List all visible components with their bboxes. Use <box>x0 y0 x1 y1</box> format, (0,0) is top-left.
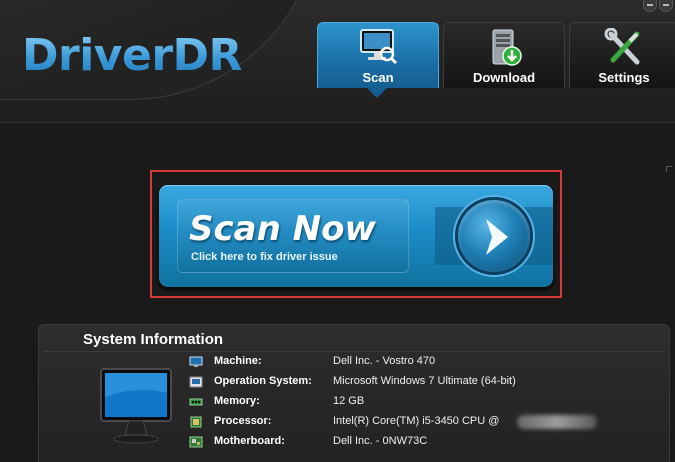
minimize-icon <box>647 4 653 6</box>
info-row-memory: Memory: 12 GB <box>189 393 669 413</box>
scan-arrow-button[interactable] <box>455 197 533 275</box>
system-information-divider <box>43 351 665 352</box>
tab-download-label: Download <box>472 70 536 85</box>
info-value: 12 GB <box>333 395 365 407</box>
machine-icon <box>189 356 203 367</box>
info-value: Dell Inc. - 0NW73C <box>333 435 428 447</box>
info-value: Intel(R) Core(TM) i5-3450 CPU @ <box>333 415 500 427</box>
tools-icon <box>603 27 645 73</box>
info-row-processor: Processor: Intel(R) Core(TM) i5-3450 CPU… <box>189 413 669 433</box>
processor-icon <box>190 416 202 428</box>
info-row-machine: Machine: Dell Inc. - Vostro 470 <box>189 353 669 373</box>
scan-now-subtitle: Click here to fix driver issue <box>191 251 338 263</box>
memory-icon <box>189 398 203 406</box>
system-information-title: System Information <box>83 331 224 348</box>
close-button[interactable] <box>659 0 673 12</box>
info-value: Dell Inc. - Vostro 470 <box>333 355 436 367</box>
os-icon <box>189 376 203 388</box>
tab-scan[interactable]: Scan <box>317 22 439 88</box>
scan-highlight-frame: Scan Now Click here to fix driver issue <box>150 170 562 298</box>
system-information-list: Machine: Dell Inc. - Vostro 470 Operatio… <box>189 353 669 453</box>
scan-now-button[interactable]: Scan Now Click here to fix driver issue <box>159 185 553 287</box>
info-label: Operation System: <box>214 375 312 387</box>
monitor-icon <box>99 363 173 452</box>
info-row-motherboard: Motherboard: Dell Inc. - 0NW73C <box>189 433 669 453</box>
info-label: Memory: <box>214 395 260 407</box>
system-information-panel: System Information Machine: Dell Inc. - … <box>38 324 670 462</box>
app-logo: DriverDR <box>22 30 242 81</box>
scan-now-title: Scan Now <box>189 209 376 249</box>
tab-download[interactable]: Download <box>443 22 565 88</box>
active-tab-pointer <box>367 88 387 98</box>
tab-scan-label: Scan <box>362 70 394 85</box>
info-label: Machine: <box>214 355 262 367</box>
tab-settings-label: Settings <box>598 70 650 85</box>
header-divider <box>0 122 675 123</box>
info-label: Motherboard: <box>214 435 285 447</box>
info-value: Microsoft Windows 7 Ultimate (64-bit) <box>333 375 516 387</box>
server-download-icon <box>483 28 525 73</box>
minimize-button[interactable] <box>643 0 657 12</box>
arrow-right-icon <box>486 219 508 255</box>
monitor-scan-icon <box>357 28 399 71</box>
close-icon <box>663 4 669 6</box>
app-header: DriverDR Scan Download Settings <box>0 0 675 122</box>
tab-settings[interactable]: Settings <box>569 22 675 88</box>
window-controls <box>643 0 673 12</box>
info-label: Processor: <box>214 415 272 427</box>
scroll-indicator-icon <box>666 166 672 172</box>
redacted-processor-speed <box>517 415 597 429</box>
info-row-os: Operation System: Microsoft Windows 7 Ul… <box>189 373 669 393</box>
motherboard-icon <box>189 436 203 448</box>
